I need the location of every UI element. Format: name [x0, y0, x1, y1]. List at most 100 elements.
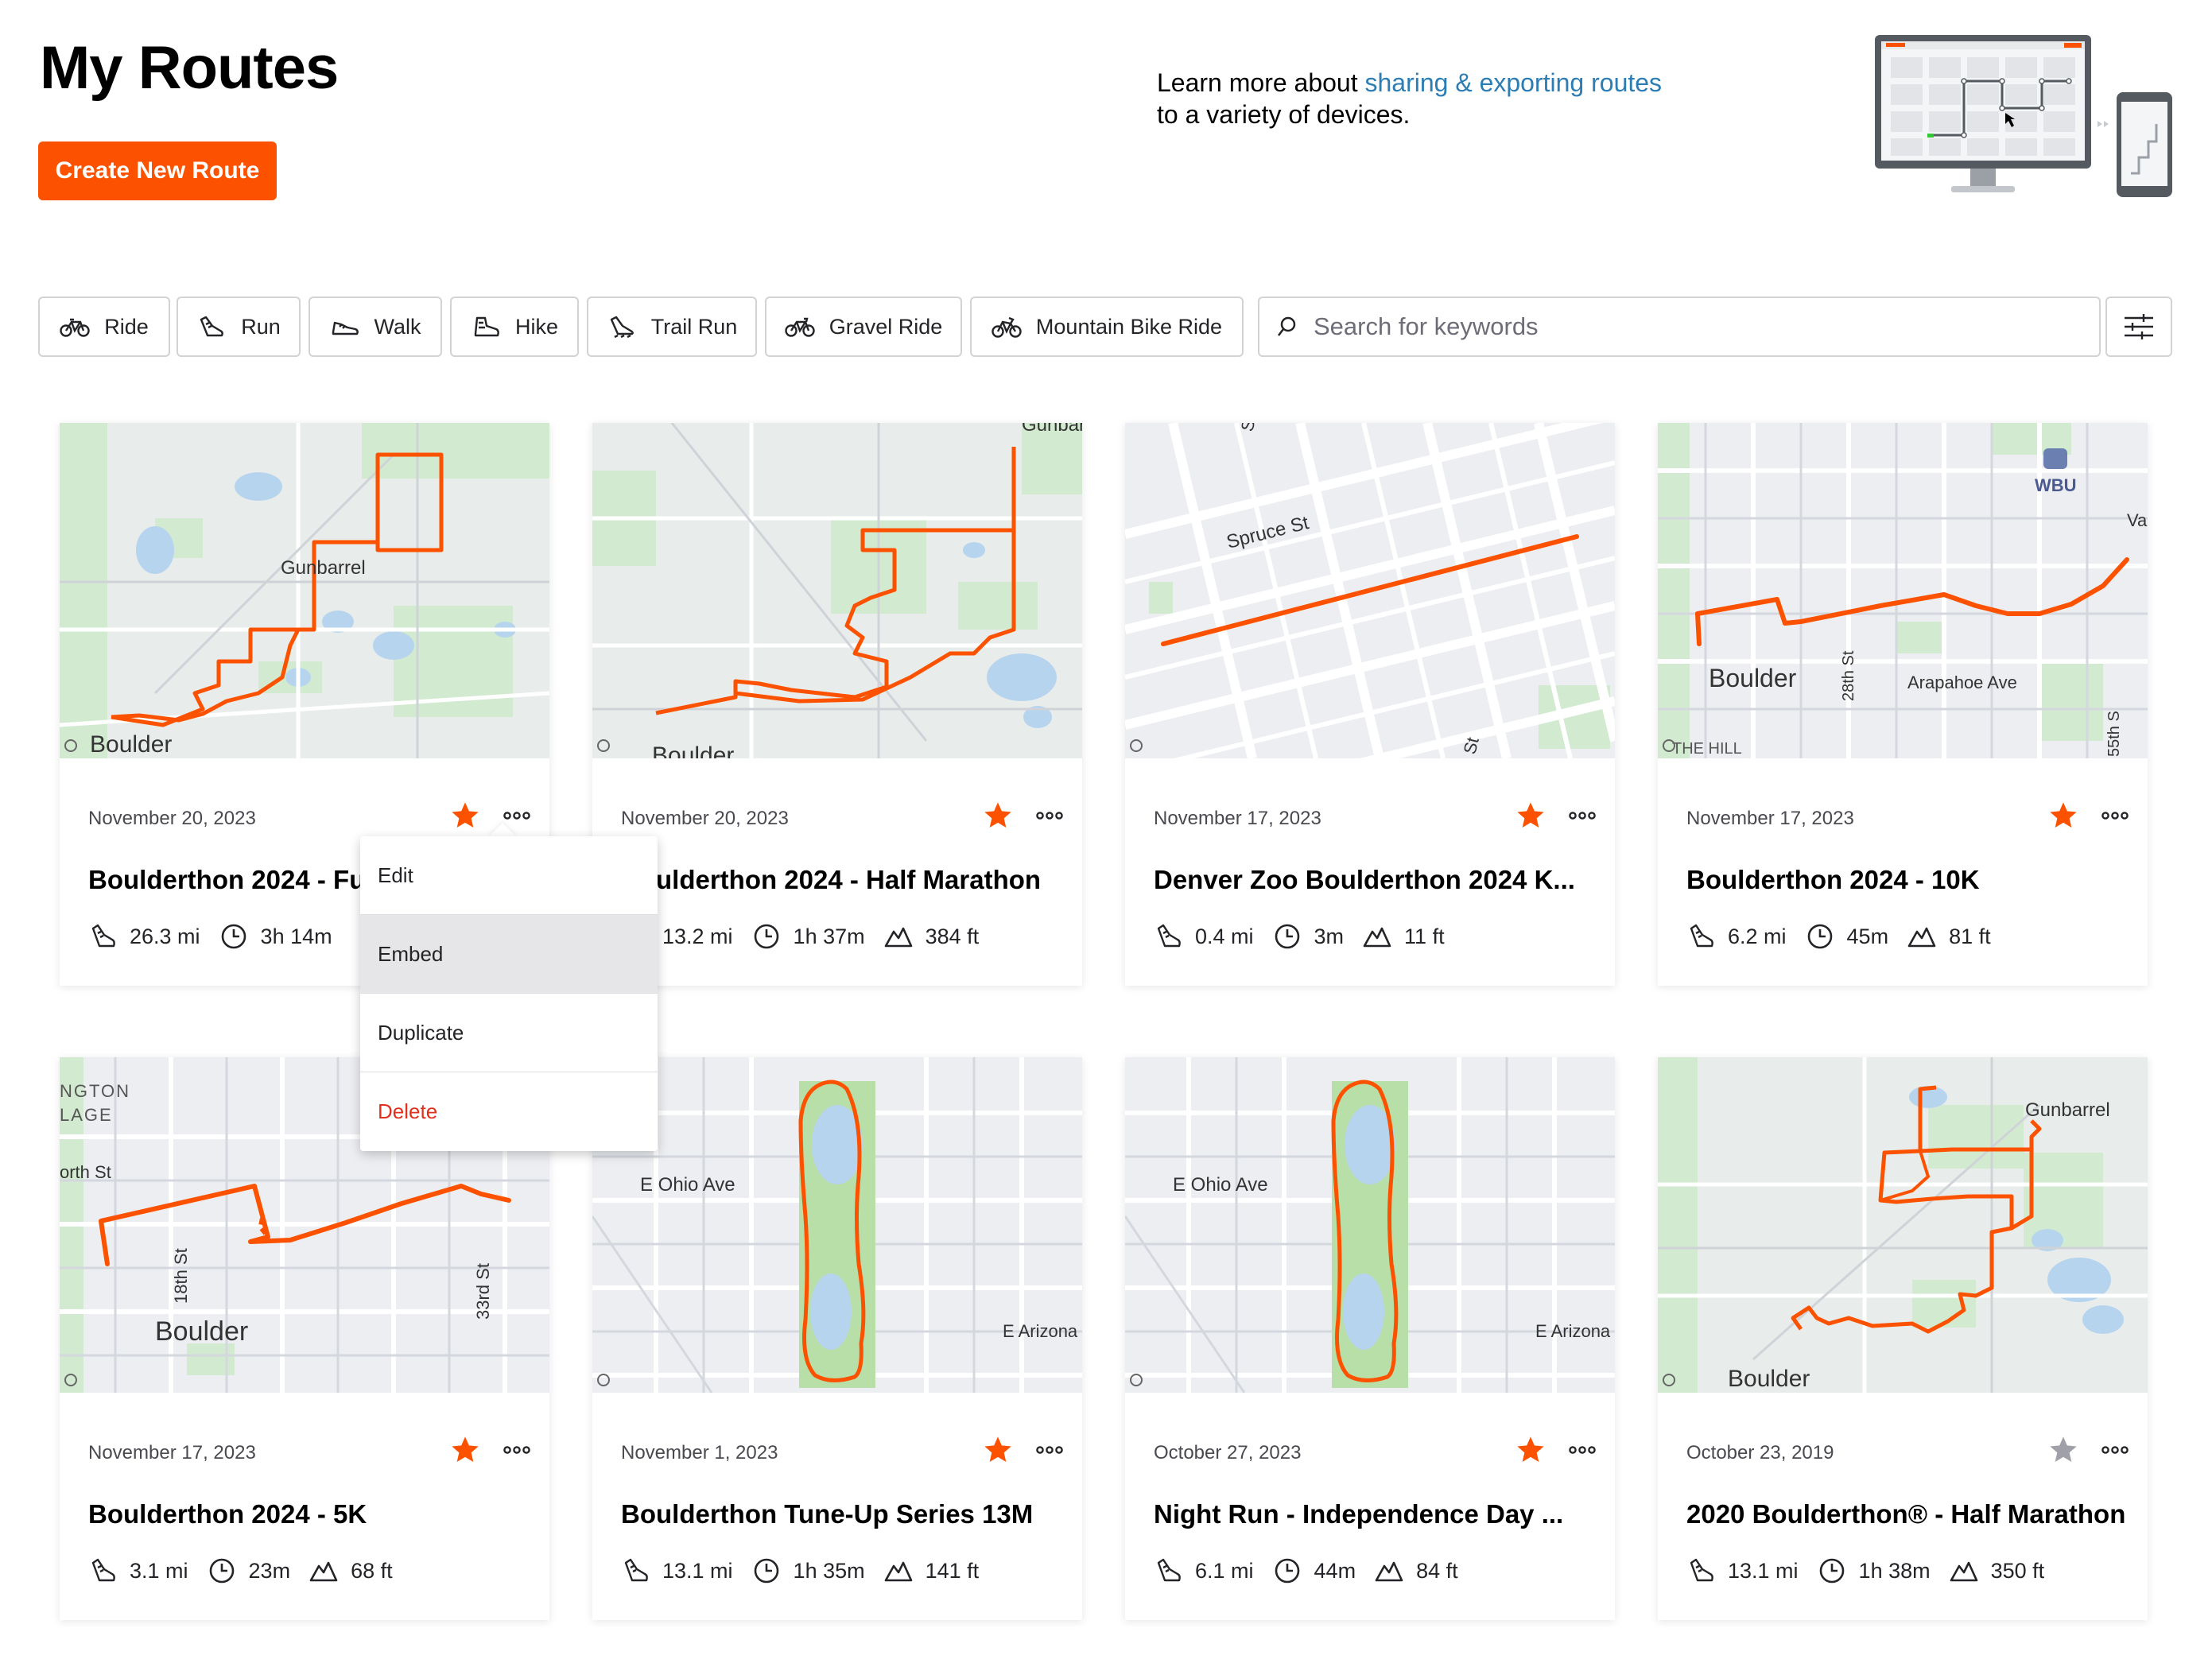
more-options-button[interactable]: [2097, 801, 2133, 830]
filter-run[interactable]: Run: [177, 297, 301, 357]
route-stats: 13.1 mi 1h 38m 350 ft: [1686, 1556, 2063, 1585]
route-elevation: 350 ft: [1990, 1558, 2045, 1583]
filter-ride[interactable]: Ride: [38, 297, 170, 357]
route-map[interactable]: E Ohio Ave E Arizona: [1125, 1057, 1615, 1393]
route-map[interactable]: Gunbarrel Boulder: [60, 423, 549, 758]
shoe-icon: [1157, 1558, 1181, 1582]
route-distance: 0.4 mi: [1195, 924, 1254, 948]
menu-item-duplicate[interactable]: Duplicate: [360, 994, 658, 1072]
sharing-exporting-link[interactable]: sharing & exporting routes: [1365, 68, 1663, 97]
hike-boot-icon: [474, 316, 499, 337]
filter-mountain-bike-ride[interactable]: Mountain Bike Ride: [970, 297, 1244, 357]
filter-gravel-ride[interactable]: Gravel Ride: [765, 297, 962, 357]
filter-label: Gravel Ride: [829, 314, 943, 339]
route-map[interactable]: E Ohio Ave E Arizona: [592, 1057, 1082, 1393]
route-map[interactable]: Gunbarr Boulder: [592, 423, 1082, 758]
star-icon[interactable]: [449, 800, 481, 832]
shoe-icon: [91, 1558, 115, 1582]
advanced-filter-button[interactable]: [2105, 297, 2172, 357]
route-title[interactable]: Night Run - Independence Day ...: [1154, 1499, 1599, 1529]
route-title[interactable]: Boulderthon Tune-Up Series 13M: [621, 1499, 1066, 1529]
star-icon[interactable]: [1515, 800, 1546, 832]
route-title[interactable]: Boulderthon 2024 - 10K: [1686, 865, 2132, 895]
route-stats: 6.2 mi 45m 81 ft: [1686, 922, 2010, 951]
search-input[interactable]: [1314, 312, 2077, 341]
elevation-icon: [309, 1561, 338, 1582]
more-options-button[interactable]: [1564, 801, 1601, 830]
route-card[interactable]: Spruce St St St November 17, 2023 Denver…: [1125, 423, 1615, 986]
route-map[interactable]: Gunbarrel Boulder: [1658, 1057, 2148, 1393]
route-map-image: Spruce St St St: [1125, 423, 1615, 758]
star-icon[interactable]: [2047, 1434, 2079, 1466]
route-map[interactable]: WBU Boulder 28th St Arapahoe Ave THE HIL…: [1658, 423, 2148, 758]
star-icon[interactable]: [982, 800, 1014, 832]
map-label: Arapahoe Ave: [1907, 673, 2017, 692]
route-distance: 6.2 mi: [1728, 924, 1787, 948]
star-icon[interactable]: [2047, 800, 2079, 832]
route-stats: 26.3 mi 3h 14m: [88, 922, 351, 951]
route-time: 1h 35m: [793, 1558, 865, 1583]
ellipsis-icon: [2101, 812, 2129, 820]
route-date: November 20, 2023: [621, 808, 789, 829]
more-options-button[interactable]: [1031, 801, 1068, 830]
menu-item-embed[interactable]: Embed: [360, 915, 658, 994]
clock-icon: [754, 1558, 778, 1584]
route-card[interactable]: WBU Boulder 28th St Arapahoe Ave THE HIL…: [1658, 423, 2148, 986]
star-icon[interactable]: [449, 1434, 481, 1466]
more-options-button[interactable]: [2097, 1436, 2133, 1464]
map-label: Gunbarrel: [2025, 1099, 2110, 1121]
star-icon[interactable]: [982, 1434, 1014, 1466]
map-label: Boulder: [1728, 1366, 1810, 1392]
more-options-button[interactable]: [1031, 1436, 1068, 1464]
filter-trail-run[interactable]: Trail Run: [587, 297, 757, 357]
menu-item-edit[interactable]: Edit: [360, 836, 658, 915]
elevation-icon: [1363, 927, 1391, 948]
more-options-button[interactable]: [499, 1436, 535, 1464]
clock-icon: [209, 1558, 234, 1584]
route-title[interactable]: 2020 Boulderthon® - Half Marathon: [1686, 1499, 2132, 1529]
search-box[interactable]: [1258, 297, 2101, 357]
route-stats: 0.4 mi 3m 11 ft: [1154, 922, 1464, 951]
route-distance: 13.1 mi: [662, 1558, 733, 1583]
ellipsis-icon: [503, 1446, 530, 1454]
route-map[interactable]: Spruce St St St: [1125, 423, 1615, 758]
map-label: E Ohio Ave: [1173, 1174, 1268, 1196]
map-label: Gunbarr: [1022, 423, 1082, 436]
map-label: Boulder: [155, 1316, 248, 1347]
route-title[interactable]: Boulderthon 2024 - Half Marathon: [621, 865, 1066, 895]
route-distance: 6.1 mi: [1195, 1558, 1254, 1583]
menu-item-delete[interactable]: Delete: [360, 1072, 658, 1151]
route-date: November 17, 2023: [1686, 808, 1854, 829]
map-label: LAGE: [60, 1105, 113, 1125]
route-stats: 3.1 mi 23m 68 ft: [88, 1556, 412, 1585]
create-new-route-button[interactable]: Create New Route: [38, 141, 277, 200]
route-elevation: 11 ft: [1404, 924, 1445, 948]
page-title: My Routes: [40, 34, 339, 102]
route-card[interactable]: Gunbarrel Boulder October 23, 2019 2020 …: [1658, 1057, 2148, 1620]
map-label: THE HILL: [1672, 740, 1742, 758]
route-card[interactable]: E Ohio Ave E Arizona November 1, 2023 Bo…: [592, 1057, 1082, 1620]
more-options-button[interactable]: [1564, 1436, 1601, 1464]
route-card[interactable]: E Ohio Ave E Arizona October 27, 2023 Ni…: [1125, 1057, 1615, 1620]
clock-icon: [1275, 1558, 1299, 1584]
filter-hike[interactable]: Hike: [450, 297, 579, 357]
elevation-icon: [1950, 1561, 1977, 1582]
clock-icon: [221, 924, 246, 949]
star-icon[interactable]: [1515, 1434, 1546, 1466]
route-card[interactable]: Gunbarr Boulder November 20, 2023 Boulde…: [592, 423, 1082, 986]
route-time: 23m: [248, 1558, 291, 1583]
route-elevation: 84 ft: [1416, 1558, 1458, 1583]
clock-icon: [1819, 1558, 1844, 1584]
route-title[interactable]: Boulderthon 2024 - 5K: [88, 1499, 534, 1529]
map-label: Gunbarrel: [281, 557, 366, 579]
route-elevation: 141 ft: [925, 1558, 980, 1583]
ellipsis-icon: [1036, 1446, 1063, 1454]
route-stats: 13.1 mi 1h 35m 141 ft: [621, 1556, 998, 1585]
shoe-icon: [1690, 924, 1713, 948]
trail-shoe-icon: [610, 316, 634, 339]
clock-icon: [1275, 924, 1299, 949]
route-title[interactable]: Denver Zoo Boulderthon 2024 K...: [1154, 865, 1599, 895]
filter-walk[interactable]: Walk: [309, 297, 442, 357]
ellipsis-icon: [2101, 1446, 2129, 1454]
route-map-image: E Ohio Ave E Arizona: [592, 1057, 1082, 1393]
